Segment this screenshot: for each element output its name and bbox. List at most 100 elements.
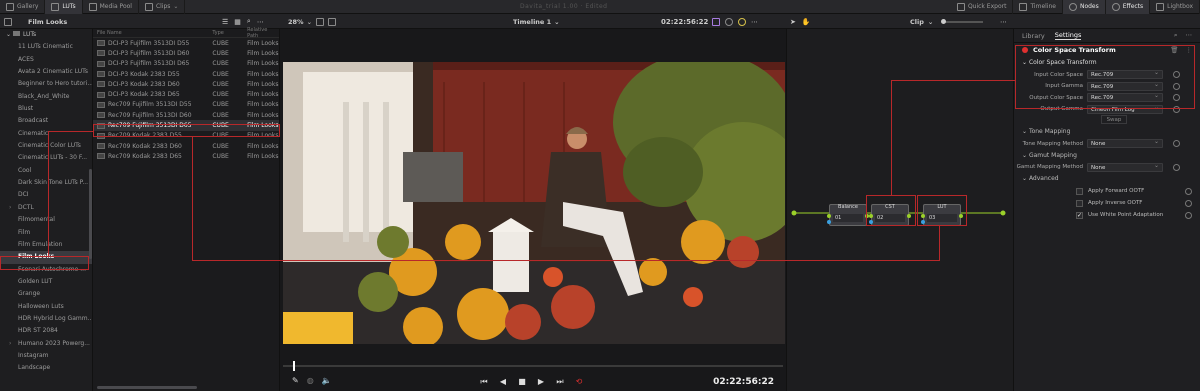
clip-dropdown[interactable]: Clip ⌄ — [910, 16, 984, 27]
reset-icon[interactable] — [1185, 187, 1192, 195]
lut-file-row[interactable]: DCI-P3 Fujifilm 3513DI D55 CUBE Film Looks — [93, 38, 279, 48]
reset-icon[interactable] — [1185, 211, 1192, 219]
node-input-port[interactable] — [827, 214, 831, 218]
tree-item[interactable]: DCI — [0, 189, 92, 201]
header-type[interactable]: Type — [210, 30, 245, 36]
lut-file-row[interactable]: DCI-P3 Kodak 2383 D65 CUBE Film Looks — [93, 89, 279, 99]
tree-item[interactable]: › Humano 2023 Powerg... — [0, 338, 92, 350]
header-file-name[interactable]: File Name — [93, 30, 210, 36]
search-icon[interactable]: ⌕ — [247, 17, 251, 26]
lut-file-row[interactable]: Rec709 Kodak 2383 D65 CUBE Film Looks — [93, 151, 279, 161]
more-options-icon[interactable]: ⋯ — [257, 18, 264, 26]
more-options-icon[interactable]: ⋯ — [751, 18, 758, 26]
tree-item[interactable]: Cinematic — [0, 128, 92, 140]
viewer-scrub-bar[interactable] — [283, 365, 783, 367]
effects-toggle[interactable]: Effects — [1105, 0, 1151, 14]
tree-item[interactable]: Cool — [0, 165, 92, 177]
reset-icon[interactable] — [1173, 163, 1180, 171]
chevron-right-icon[interactable]: › — [9, 202, 11, 214]
tree-item[interactable]: HDR Hybrid Log Gamm... — [0, 313, 92, 325]
tree-item[interactable]: Film — [0, 227, 92, 239]
reset-icon[interactable] — [1185, 199, 1192, 207]
luts-tab[interactable]: LUTs — [45, 0, 83, 14]
list-view-icon[interactable]: ☰ — [222, 18, 228, 26]
tree-item[interactable]: Grange — [0, 288, 92, 300]
go-to-end-icon[interactable]: ⏭ — [556, 378, 564, 386]
color-picker-icon[interactable] — [725, 17, 733, 26]
section-advanced[interactable]: ⌄ Advanced — [1014, 173, 1200, 185]
tone-method-dropdown[interactable]: None — [1087, 138, 1163, 149]
white-point-adaptation-checkbox[interactable]: ✓ — [1076, 211, 1083, 219]
tree-item[interactable]: ACES — [0, 54, 92, 66]
gallery-tab[interactable]: Gallery — [0, 0, 46, 14]
tree-item[interactable]: Dark Skin Tone LUTs P... — [0, 177, 92, 189]
zoom-dropdown[interactable]: 28% ⌄ — [288, 16, 312, 27]
sidebar-toggle-icon[interactable] — [4, 16, 12, 27]
lut-file-row[interactable]: DCI-P3 Fujifilm 3513DI D60 CUBE Film Looks — [93, 48, 279, 58]
timeline-toggle[interactable]: Timeline — [1013, 0, 1063, 14]
lightbox-toggle[interactable]: Lightbox — [1150, 0, 1200, 14]
split-view-icon[interactable] — [328, 17, 336, 26]
tree-item[interactable]: Beginner to Hero tutori... — [0, 78, 92, 90]
tree-item[interactable]: Instagram — [0, 350, 92, 362]
stop-icon[interactable]: ■ — [518, 378, 526, 386]
grid-view-icon[interactable]: ▦ — [234, 18, 241, 26]
apply-forward-ootf-checkbox[interactable] — [1076, 187, 1083, 195]
viewer-mode-icon[interactable] — [316, 17, 324, 26]
viewer-playhead[interactable] — [293, 361, 295, 371]
eyedropper-icon[interactable]: ✎ — [292, 376, 299, 385]
tree-item[interactable]: Halloween Luts — [0, 301, 92, 313]
lut-file-row[interactable]: DCI-P3 Kodak 2383 D60 CUBE Film Looks — [93, 79, 279, 89]
nodes-toggle[interactable]: Nodes — [1062, 0, 1106, 14]
lut-file-row[interactable]: DCI-P3 Fujifilm 3513DI D65 CUBE Film Looks — [93, 59, 279, 69]
tab-settings[interactable]: Settings — [1054, 31, 1082, 40]
node-key-input-port[interactable] — [827, 220, 831, 224]
reset-icon[interactable] — [1173, 140, 1180, 148]
gamut-method-dropdown[interactable]: None — [1087, 162, 1163, 172]
lut-file-row[interactable]: Rec709 Fujifilm 3513DI D55 CUBE Film Looks — [93, 100, 279, 110]
timeline-dropdown[interactable]: Timeline 1 ⌄ — [513, 16, 560, 27]
hand-icon[interactable]: ✋ — [802, 18, 811, 26]
search-icon[interactable]: ⌕ — [1174, 31, 1178, 40]
go-to-start-icon[interactable]: ⏮ — [480, 378, 488, 386]
tree-item[interactable]: Film Emulation — [0, 239, 92, 251]
tree-root-luts[interactable]: ⌄ LUTs — [0, 29, 92, 41]
lut-file-row[interactable]: Rec709 Kodak 2383 D60 CUBE Film Looks — [93, 141, 279, 151]
more-options-icon[interactable]: ⋯ — [1186, 31, 1193, 40]
lut-file-row[interactable]: Rec709 Fujifilm 3513DI D60 CUBE Film Looks — [93, 110, 279, 120]
tree-item[interactable]: Broadcast — [0, 115, 92, 127]
tree-item[interactable]: Landscape — [0, 362, 92, 374]
swap-button[interactable]: Swap — [1100, 115, 1128, 124]
section-gamut-mapping[interactable]: ⌄ Gamut Mapping — [1014, 150, 1200, 162]
node-balance[interactable]: Balance 01 — [827, 204, 869, 226]
tree-item[interactable]: Cinematic Color LUTs — [0, 140, 92, 152]
video-output-icon[interactable] — [712, 17, 720, 26]
tree-item[interactable]: Black_And_White — [0, 91, 92, 103]
tree-item[interactable]: HDR ST 2084 — [0, 325, 92, 337]
tree-item[interactable]: Cinematic LUTs - 30 F... — [0, 152, 92, 164]
tree-item[interactable]: Blust — [0, 103, 92, 115]
tree-item[interactable]: Golden LUT — [0, 276, 92, 288]
clips-tab[interactable]: Clips ⌄ — [139, 0, 186, 14]
pointer-icon[interactable]: ➤ — [790, 18, 796, 26]
tree-item[interactable]: Filmomental — [0, 214, 92, 226]
apply-inverse-ootf-checkbox[interactable] — [1076, 199, 1083, 207]
play-icon[interactable]: ▶ — [537, 378, 545, 386]
tree-scrollbar[interactable] — [89, 169, 92, 259]
tree-item[interactable]: › DCTL — [0, 202, 92, 214]
highlight-mode-icon[interactable]: ◍ — [307, 376, 314, 385]
audio-icon[interactable]: 🔈 — [322, 376, 332, 385]
file-list-scrollbar[interactable] — [97, 386, 197, 389]
header-relative-path[interactable]: Relative Path — [245, 27, 279, 39]
media-pool-tab[interactable]: Media Pool — [83, 0, 139, 14]
tree-item[interactable]: 11 LUTs Cinematic — [0, 41, 92, 53]
loop-icon[interactable]: ⟲ — [575, 378, 583, 386]
tree-item[interactable]: Avata 2 Cinematic LUTs — [0, 66, 92, 78]
quick-export-button[interactable]: Quick Export — [951, 0, 1014, 14]
lut-file-row[interactable]: DCI-P3 Kodak 2383 D55 CUBE Film Looks — [93, 69, 279, 79]
zoom-slider[interactable] — [941, 18, 984, 24]
more-options-icon[interactable]: ⋯ — [1000, 16, 1007, 27]
highlight-icon[interactable] — [738, 17, 746, 26]
tab-library[interactable]: Library — [1022, 32, 1045, 40]
chevron-right-icon[interactable]: › — [9, 338, 11, 350]
